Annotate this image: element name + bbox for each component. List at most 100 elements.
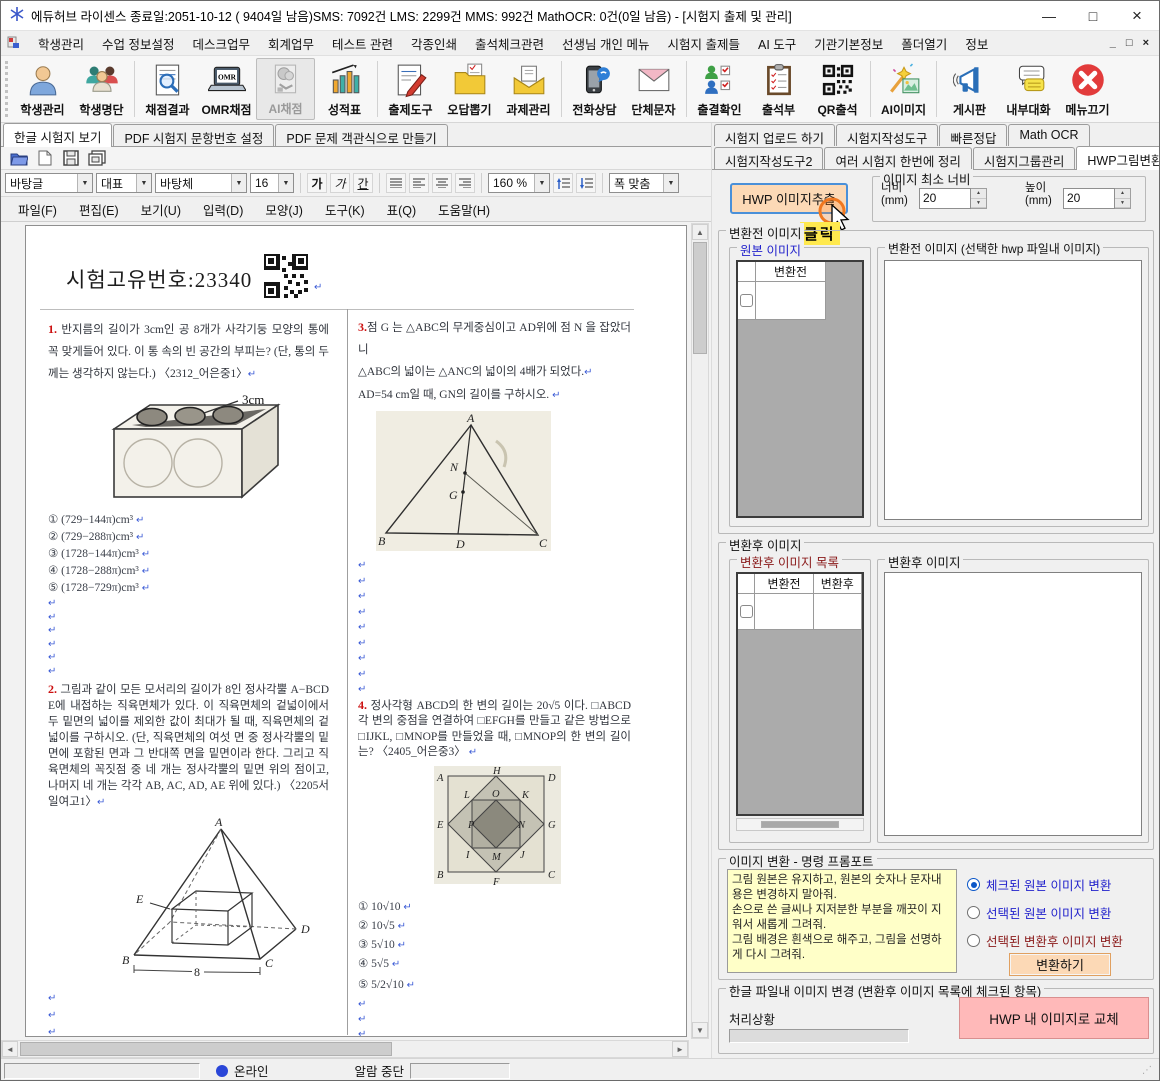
row-checkbox[interactable] bbox=[740, 294, 753, 307]
menu-desk-work[interactable]: 데스크업무 bbox=[184, 31, 260, 56]
scroll-right-arrow[interactable]: ► bbox=[672, 1041, 688, 1057]
rep-combo[interactable]: 대표▼ bbox=[96, 173, 152, 193]
menu-student-manage[interactable]: 학생관리 bbox=[29, 31, 93, 56]
document-vertical-scrollbar[interactable]: ▲ ▼ bbox=[691, 223, 709, 1039]
hwp-menu-table[interactable]: 표(Q) bbox=[376, 197, 428, 222]
save-button[interactable] bbox=[61, 149, 81, 167]
bold-button[interactable]: 가 bbox=[307, 173, 327, 193]
tab-multi-exam-organize[interactable]: 여러 시험지 한번에 정리 bbox=[824, 147, 971, 169]
scroll-left-arrow[interactable]: ◄ bbox=[2, 1041, 18, 1057]
toolbar-internal-chat-button[interactable]: 내부대화 bbox=[999, 58, 1058, 120]
toolbar-grading-result-button[interactable]: 채점결과 bbox=[138, 58, 197, 120]
min-height-spinner[interactable]: 20 ▲▼ bbox=[1063, 188, 1131, 209]
hwp-menu-shape[interactable]: 모양(J) bbox=[254, 197, 314, 222]
min-width-spinner[interactable]: 20 ▲▼ bbox=[919, 188, 987, 209]
maximize-button[interactable]: □ bbox=[1071, 1, 1115, 30]
save-all-button[interactable] bbox=[87, 149, 107, 167]
close-button[interactable]: × bbox=[1115, 1, 1159, 30]
toolbar-menu-off-button[interactable]: 메뉴끄기 bbox=[1058, 58, 1117, 120]
table-row[interactable] bbox=[738, 594, 862, 630]
menu-org-info[interactable]: 기관기본정보 bbox=[805, 31, 892, 56]
toolbar-ai-image-button[interactable]: AI이미지 bbox=[874, 58, 933, 120]
hwp-menu-tools[interactable]: 도구(K) bbox=[314, 197, 376, 222]
font-combo[interactable]: 바탕체▼ bbox=[155, 173, 247, 193]
toolbar-wrong-answer-button[interactable]: 오답뽑기 bbox=[440, 58, 499, 120]
convert-button[interactable]: 변환하기 bbox=[1009, 953, 1111, 976]
horizontal-scroll-thumb[interactable] bbox=[20, 1042, 392, 1056]
menu-teacher-personal[interactable]: 선생님 개인 메뉴 bbox=[553, 31, 658, 56]
before-image-cell[interactable] bbox=[755, 594, 813, 630]
tab-exam-author-tool[interactable]: 시험지작성도구 bbox=[836, 124, 939, 146]
tab-exam-group-manage[interactable]: 시험지그룹관리 bbox=[973, 147, 1076, 169]
line-spacing-increase-button[interactable] bbox=[553, 173, 573, 193]
toolbar-phone-consult-button[interactable]: 전화상담 bbox=[565, 58, 624, 120]
source-image-table[interactable]: 변환전 bbox=[736, 260, 864, 518]
open-file-button[interactable] bbox=[9, 149, 29, 167]
tab-exam-upload[interactable]: 시험지 업로드 하기 bbox=[714, 124, 835, 146]
toolbar-drag-handle[interactable] bbox=[5, 61, 10, 117]
italic-button[interactable]: 가 bbox=[330, 173, 350, 193]
underline-button[interactable]: 간 bbox=[353, 173, 373, 193]
mdi-document-icon[interactable] bbox=[7, 35, 21, 52]
align-left-button[interactable] bbox=[409, 173, 429, 193]
align-center-button[interactable] bbox=[432, 173, 452, 193]
menu-print[interactable]: 각종인쇄 bbox=[402, 31, 466, 56]
mdi-close-button[interactable]: × bbox=[1143, 37, 1149, 49]
spin-up-icon[interactable]: ▲ bbox=[1115, 189, 1130, 199]
font-size-combo[interactable]: 16▼ bbox=[250, 173, 294, 193]
toolbar-omr-grading-button[interactable]: OMR OMR채점 bbox=[197, 58, 256, 120]
tab-pdf-numbering[interactable]: PDF 시험지 문항번호 설정 bbox=[113, 124, 274, 146]
before-preview-canvas[interactable] bbox=[884, 260, 1142, 520]
vertical-scroll-thumb[interactable] bbox=[693, 242, 707, 354]
after-image-table[interactable]: 변환전 변환후 bbox=[736, 572, 864, 816]
style-combo[interactable]: 바탕글▼ bbox=[5, 173, 93, 193]
spin-down-icon[interactable]: ▼ bbox=[1115, 199, 1130, 209]
menu-class-info[interactable]: 수업 정보설정 bbox=[93, 31, 183, 56]
resize-grip[interactable]: ⋰ bbox=[1142, 1065, 1153, 1076]
mdi-restore-button[interactable]: □ bbox=[1126, 37, 1133, 49]
hwp-menu-view[interactable]: 보기(U) bbox=[130, 197, 192, 222]
toolbar-report-card-button[interactable]: 성적표 bbox=[315, 58, 374, 120]
before-image-cell[interactable] bbox=[756, 282, 826, 320]
prompt-textarea[interactable]: 그림 원본은 유지하고, 원본의 숫자나 문자내용은 변경하지 말아줘. 손으로… bbox=[727, 869, 957, 973]
spin-down-icon[interactable]: ▼ bbox=[971, 199, 986, 209]
toolbar-board-button[interactable]: 게시판 bbox=[940, 58, 999, 120]
radio-convert-selected-after[interactable]: 선택된 변환후 이미지 변환 bbox=[967, 931, 1123, 950]
zoom-combo[interactable]: 160 %▼ bbox=[488, 173, 550, 193]
menu-ai-tools[interactable]: AI 도구 bbox=[749, 31, 805, 56]
fit-width-combo[interactable]: 폭 맞춤▼ bbox=[609, 173, 679, 193]
toolbar-homework-button[interactable]: 과제관리 bbox=[499, 58, 558, 120]
toolbar-attendance-check-button[interactable]: 출결확인 bbox=[690, 58, 749, 120]
tab-quick-answer[interactable]: 빠른정답 bbox=[939, 124, 1007, 146]
new-document-button[interactable] bbox=[35, 149, 55, 167]
replace-hwp-image-button[interactable]: HWP 내 이미지로 교체 bbox=[959, 997, 1149, 1039]
after-table-scroll-thumb[interactable] bbox=[761, 821, 839, 828]
toolbar-qr-attendance-button[interactable]: QR출석 bbox=[808, 58, 867, 120]
hwp-menu-input[interactable]: 입력(D) bbox=[192, 197, 254, 222]
radio-convert-checked-source[interactable]: 체크된 원본 이미지 변환 bbox=[967, 875, 1111, 894]
toolbar-group-sms-button[interactable]: 단체문자 bbox=[624, 58, 683, 120]
after-image-cell[interactable] bbox=[814, 594, 862, 630]
mdi-minimize-button[interactable]: _ bbox=[1110, 37, 1116, 49]
toolbar-exam-tools-button[interactable]: 출제도구 bbox=[381, 58, 440, 120]
toolbar-ai-grading-button[interactable]: AI채점 bbox=[256, 58, 315, 120]
tab-math-ocr[interactable]: Math OCR bbox=[1008, 124, 1089, 146]
document-horizontal-scrollbar[interactable]: ◄ ► bbox=[1, 1040, 689, 1058]
tab-hwp-image-convert[interactable]: HWP그림변환 bbox=[1076, 146, 1160, 170]
scroll-down-arrow[interactable]: ▼ bbox=[692, 1022, 708, 1038]
after-preview-canvas[interactable] bbox=[884, 572, 1142, 836]
toolbar-student-list-button[interactable]: 학생명단 bbox=[72, 58, 131, 120]
line-spacing-decrease-button[interactable] bbox=[576, 173, 596, 193]
menu-info[interactable]: 정보 bbox=[956, 31, 997, 56]
menu-exam-tools[interactable]: 시험지 출제들 bbox=[659, 31, 749, 56]
menu-test[interactable]: 테스트 관련 bbox=[323, 31, 402, 56]
row-checkbox[interactable] bbox=[740, 605, 753, 618]
table-row[interactable] bbox=[738, 282, 862, 320]
menu-attendance[interactable]: 출석체크관련 bbox=[466, 31, 553, 56]
after-table-hscrollbar[interactable] bbox=[736, 818, 864, 831]
hwp-menu-edit[interactable]: 편집(E) bbox=[68, 197, 130, 222]
radio-convert-selected-source[interactable]: 선택된 원본 이미지 변환 bbox=[967, 903, 1111, 922]
menu-accounting[interactable]: 회계업무 bbox=[259, 31, 323, 56]
tab-exam-author-tool2[interactable]: 시험지작성도구2 bbox=[714, 147, 823, 169]
align-justify-button[interactable] bbox=[386, 173, 406, 193]
